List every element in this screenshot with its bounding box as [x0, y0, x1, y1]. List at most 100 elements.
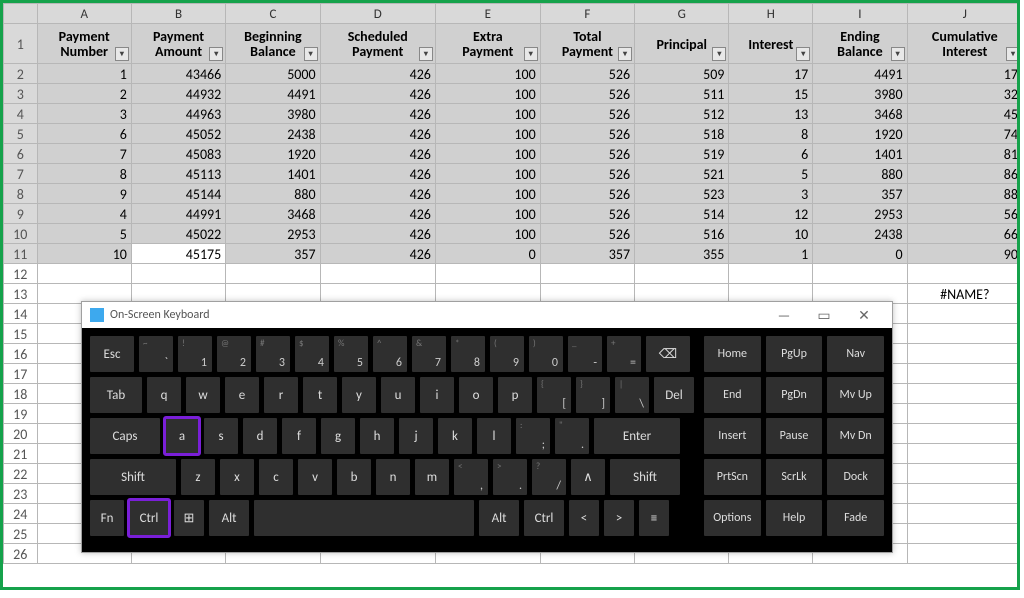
data-cell[interactable]: 15 [729, 84, 813, 104]
table-header-cell[interactable]: EndingBalance▾ [813, 24, 907, 64]
maximize-button[interactable]: ▭ [804, 307, 844, 324]
table-header-cell[interactable]: ExtraPayment▾ [435, 24, 540, 64]
key-o[interactable]: o [459, 377, 493, 413]
key-pause[interactable]: Pause [766, 418, 823, 454]
table-header-cell[interactable]: TotalPayment▾ [540, 24, 634, 64]
row-header[interactable]: 4 [4, 104, 38, 124]
key-n[interactable]: n [376, 459, 410, 495]
data-cell[interactable]: 100 [435, 124, 540, 144]
table-header-cell[interactable]: PaymentNumber▾ [37, 24, 131, 64]
key-dock[interactable]: Dock [827, 459, 884, 495]
key-w[interactable]: w [186, 377, 220, 413]
data-cell[interactable]: 3468 [813, 104, 907, 124]
row-header[interactable]: 10 [4, 224, 38, 244]
data-cell[interactable]: 880 [226, 184, 320, 204]
key-[interactable]: }] [576, 377, 610, 413]
empty-cell[interactable] [907, 444, 1020, 464]
data-cell[interactable]: 3 [729, 184, 813, 204]
key-esc[interactable]: Esc [90, 336, 134, 372]
table-header-cell[interactable]: CumulativeInterest▾ [907, 24, 1020, 64]
key-q[interactable]: q [147, 377, 181, 413]
data-cell[interactable]: 2953 [226, 224, 320, 244]
row-header[interactable]: 23 [4, 484, 38, 504]
empty-cell[interactable] [729, 264, 813, 284]
key-9[interactable]: (9 [490, 336, 524, 372]
table-header-cell[interactable]: Interest▾ [729, 24, 813, 64]
data-cell[interactable]: 426 [320, 204, 435, 224]
col-header[interactable]: D [320, 4, 435, 24]
key-prtscn[interactable]: PrtScn [704, 459, 761, 495]
data-cell[interactable]: 526 [540, 204, 634, 224]
key-0[interactable]: )0 [529, 336, 563, 372]
data-cell[interactable]: 426 [320, 144, 435, 164]
key-alt[interactable]: Alt [209, 500, 249, 536]
key-[interactable]: < [569, 500, 599, 536]
empty-cell[interactable] [907, 424, 1020, 444]
empty-cell[interactable] [907, 484, 1020, 504]
key-home[interactable]: Home [704, 336, 761, 372]
col-header[interactable]: F [540, 4, 634, 24]
table-header-cell[interactable]: ScheduledPayment▾ [320, 24, 435, 64]
empty-cell[interactable] [907, 524, 1020, 544]
data-cell[interactable]: 2 [37, 84, 131, 104]
key-alt[interactable]: Alt [479, 500, 519, 536]
key-[interactable]: :; [516, 418, 550, 454]
data-cell[interactable]: 426 [320, 244, 435, 264]
filter-dropdown-icon[interactable]: ▾ [1006, 47, 1020, 61]
key-[interactable]: {[ [537, 377, 571, 413]
key-end[interactable]: End [704, 377, 761, 413]
data-cell[interactable]: 3980 [226, 104, 320, 124]
key-insert[interactable]: Insert [704, 418, 761, 454]
key-[interactable]: _- [568, 336, 602, 372]
data-cell[interactable]: 4 [37, 204, 131, 224]
empty-cell[interactable] [907, 404, 1020, 424]
key-[interactable]: ⊞ [174, 500, 204, 536]
key-help[interactable]: Help [766, 500, 823, 536]
key-i[interactable]: i [420, 377, 454, 413]
data-cell[interactable]: 100 [435, 164, 540, 184]
key-mvdn[interactable]: Mv Dn [827, 418, 884, 454]
data-cell[interactable]: 1401 [813, 144, 907, 164]
row-header[interactable]: 7 [4, 164, 38, 184]
key-h[interactable]: h [360, 418, 394, 454]
row-header[interactable]: 12 [4, 264, 38, 284]
data-cell[interactable]: 100 [435, 184, 540, 204]
key-1[interactable]: !1 [178, 336, 212, 372]
row-header[interactable]: 16 [4, 344, 38, 364]
row-header[interactable]: 3 [4, 84, 38, 104]
empty-cell[interactable] [907, 504, 1020, 524]
data-cell[interactable]: 44963 [131, 104, 225, 124]
key-caps[interactable]: Caps [90, 418, 160, 454]
empty-cell[interactable] [37, 264, 131, 284]
data-cell[interactable]: 3468 [226, 204, 320, 224]
row-header[interactable]: 25 [4, 524, 38, 544]
data-cell[interactable]: 526 [540, 224, 634, 244]
key-options[interactable]: Options [704, 500, 761, 536]
table-header-cell[interactable]: PaymentAmount▾ [131, 24, 225, 64]
key-tab[interactable]: Tab [90, 377, 142, 413]
key-[interactable]: >. [493, 459, 527, 495]
key-shift[interactable]: Shift [610, 459, 680, 495]
data-cell[interactable]: 526 [540, 64, 634, 84]
col-header[interactable]: C [226, 4, 320, 24]
data-cell[interactable]: 509 [635, 64, 729, 84]
data-cell[interactable]: 100 [435, 84, 540, 104]
row-header[interactable]: 19 [4, 404, 38, 424]
key-k[interactable]: k [438, 418, 472, 454]
data-cell[interactable]: 426 [320, 164, 435, 184]
data-cell[interactable]: 10 [729, 224, 813, 244]
data-cell[interactable]: 56 [907, 204, 1020, 224]
empty-cell[interactable] [907, 304, 1020, 324]
data-cell[interactable]: 8 [37, 164, 131, 184]
filter-dropdown-icon[interactable]: ▾ [618, 47, 632, 61]
empty-cell[interactable] [907, 544, 1020, 564]
data-cell[interactable]: 86 [907, 164, 1020, 184]
row-header[interactable]: 11 [4, 244, 38, 264]
data-cell[interactable]: 100 [435, 144, 540, 164]
data-cell[interactable]: 516 [635, 224, 729, 244]
filter-dropdown-icon[interactable]: ▾ [115, 47, 129, 61]
error-cell[interactable]: #NAME? [907, 284, 1020, 304]
empty-cell[interactable] [907, 264, 1020, 284]
col-header[interactable]: B [131, 4, 225, 24]
key-enter[interactable]: Enter [594, 418, 680, 454]
